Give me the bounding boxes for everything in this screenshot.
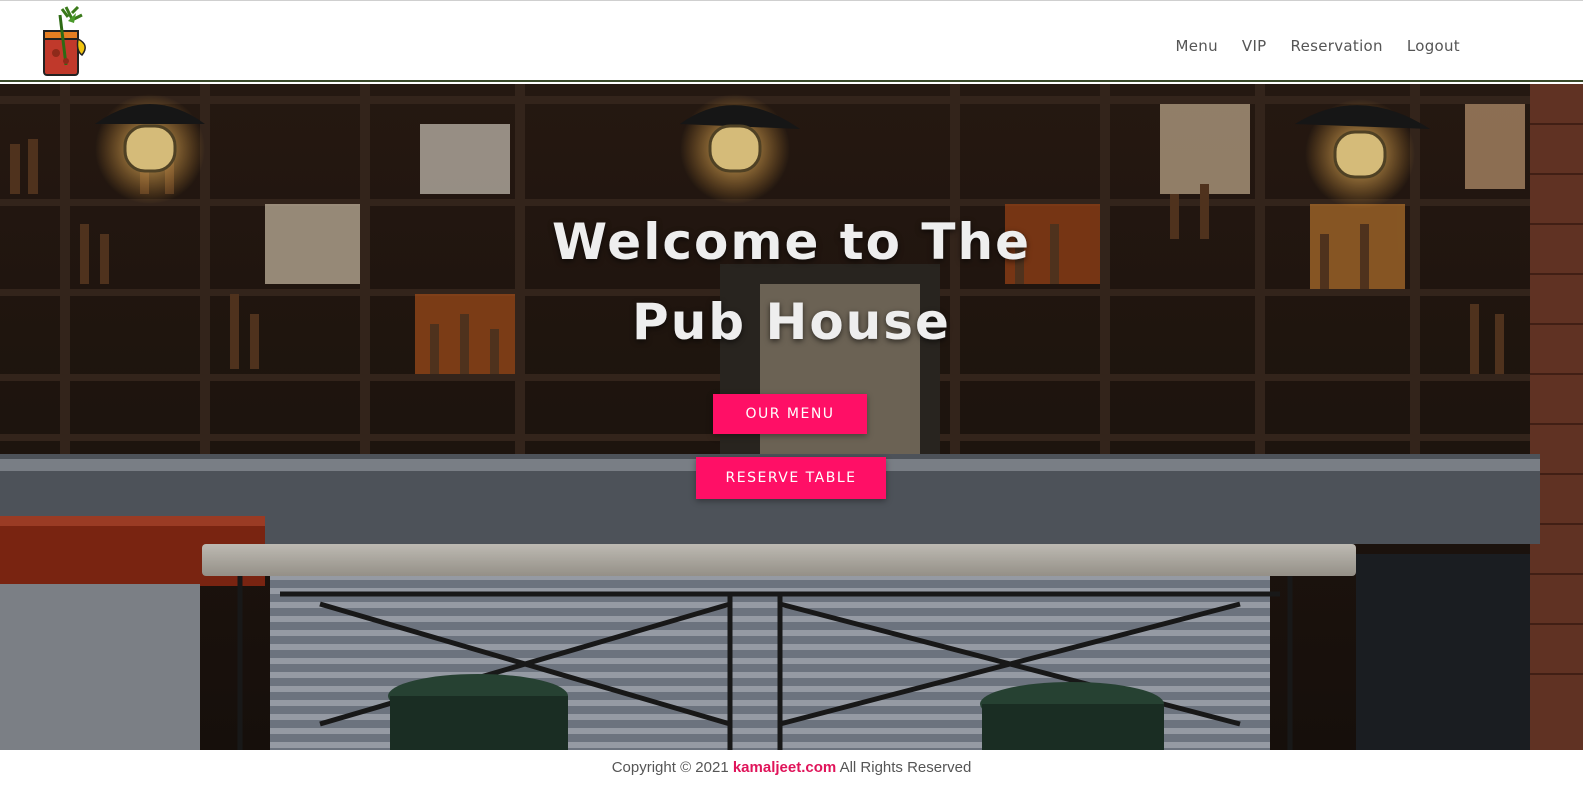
rights-text: All Rights Reserved	[839, 759, 972, 776]
nav-vip-link[interactable]: VIP	[1242, 37, 1267, 55]
nav-menu-link[interactable]: Menu	[1176, 37, 1218, 55]
footer: Copyright © 2021 kamaljeet.com All Right…	[0, 750, 1583, 792]
hero-section: Welcome to The Pub House OUR MENU RESERV…	[0, 84, 1583, 750]
copyright-text: Copyright © 2021	[611, 759, 729, 776]
nav-reservation-link[interactable]: Reservation	[1291, 37, 1383, 55]
hero-title-line2: Pub House	[632, 293, 951, 351]
reserve-table-button[interactable]: RESERVE TABLE	[696, 457, 886, 499]
our-menu-button[interactable]: OUR MENU	[713, 394, 867, 434]
hero-title-line1: Welcome to The	[551, 213, 1032, 271]
navbar: Menu VIP Reservation Logout	[0, 1, 1583, 82]
main-nav: Menu VIP Reservation Logout	[1176, 37, 1461, 55]
hero-title: Welcome to The Pub House	[0, 202, 1583, 362]
nav-logout-link[interactable]: Logout	[1407, 37, 1460, 55]
cocktail-logo-icon[interactable]	[38, 5, 90, 79]
brand-link[interactable]: kamaljeet.com	[733, 759, 836, 776]
